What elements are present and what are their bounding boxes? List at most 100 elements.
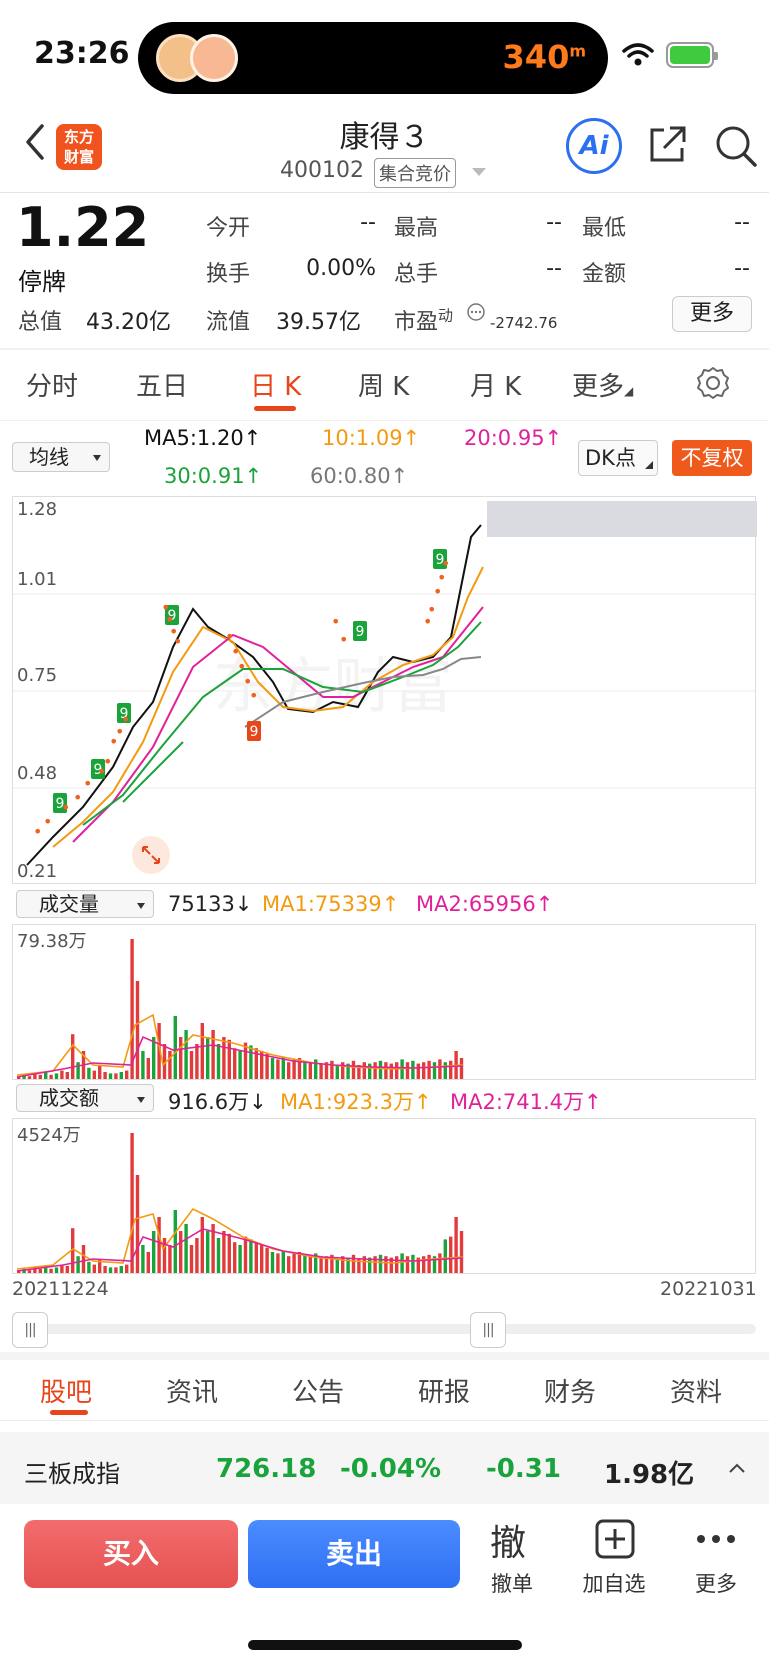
bar — [168, 1245, 172, 1273]
bar — [157, 1217, 161, 1273]
tab-profile[interactable]: 资料 — [670, 1372, 722, 1409]
bar — [432, 1062, 437, 1079]
more-quote-button[interactable]: 更多 — [672, 296, 752, 332]
tab-more[interactable]: 更多◢ — [572, 366, 633, 403]
volume-chart[interactable]: 79.38万 — [12, 924, 756, 1080]
bar — [179, 1037, 183, 1079]
date-start: 20211224 — [12, 1278, 109, 1300]
bar — [173, 1016, 177, 1079]
bar — [206, 1037, 210, 1079]
more-actions-label[interactable]: 更多 — [676, 1568, 756, 1598]
amount-max-label: 4524万 — [17, 1125, 81, 1146]
bar — [222, 1231, 226, 1273]
tab-intraday[interactable]: 分时 — [26, 366, 78, 403]
sequence-mark: • — [121, 710, 130, 729]
index-amount: 1.98亿 — [604, 1460, 695, 1490]
no-adjust-button[interactable]: 不复权 — [672, 440, 752, 476]
bar — [206, 1231, 210, 1273]
tab-weekly-k[interactable]: 周 K — [358, 366, 409, 403]
bar — [449, 1236, 453, 1273]
range-scroller[interactable] — [12, 1324, 756, 1334]
bar — [173, 1210, 177, 1273]
volume-indicator-select[interactable]: 成交量 — [16, 890, 154, 918]
y-tick: 1.01 — [17, 569, 58, 590]
open-value: -- — [360, 210, 376, 235]
auction-tag[interactable]: 集合竞价 — [374, 158, 456, 188]
bar — [314, 1059, 318, 1079]
date-end: 20221031 — [660, 1278, 757, 1300]
bar — [98, 1065, 102, 1079]
bar — [141, 1051, 145, 1079]
tab-research[interactable]: 研报 — [418, 1372, 470, 1409]
more-icon[interactable] — [696, 1534, 736, 1544]
chevron-down-icon[interactable] — [472, 168, 486, 176]
volume-max-label: 79.38万 — [17, 931, 87, 952]
bar — [38, 1268, 42, 1273]
bar — [152, 1037, 156, 1079]
ma10-value: 10:1.09↑ — [322, 426, 421, 450]
tab-guba[interactable]: 股吧 — [40, 1372, 92, 1409]
amount-chart[interactable]: 4524万 — [12, 1118, 756, 1274]
active-tab-indicator — [254, 406, 296, 411]
range-handle-right[interactable]: ||| — [470, 1312, 506, 1348]
bar — [87, 1067, 91, 1079]
sell-button[interactable]: 卖出 — [248, 1520, 460, 1588]
bar — [378, 1254, 383, 1273]
cancel-order-label[interactable]: 撤单 — [472, 1568, 552, 1598]
bar — [233, 1048, 237, 1079]
bar — [438, 1253, 442, 1273]
avatar — [190, 34, 238, 82]
add-watchlist-icon[interactable] — [594, 1518, 636, 1560]
bar — [44, 1072, 48, 1079]
index-name: 三板成指 — [24, 1460, 120, 1488]
trading-status: 停牌 — [18, 268, 66, 296]
gear-icon[interactable] — [696, 366, 730, 400]
bar — [265, 1247, 269, 1273]
index-change: -0.31 — [486, 1454, 561, 1484]
ma30-line-start — [122, 741, 184, 803]
svg-text:9: 9 — [250, 724, 259, 740]
bar — [146, 1058, 150, 1079]
sequence-mark: • — [73, 788, 82, 807]
divider — [0, 420, 769, 421]
range-handle-left[interactable]: ||| — [12, 1312, 48, 1348]
bar — [130, 1133, 134, 1273]
cancel-order-icon[interactable]: 撤 — [490, 1514, 526, 1566]
amount-indicator-select[interactable]: 成交额 — [16, 1084, 154, 1112]
bar — [211, 1030, 215, 1079]
bar — [49, 1074, 53, 1079]
bar — [395, 1062, 399, 1079]
bar — [395, 1256, 399, 1273]
tab-announcements[interactable]: 公告 — [292, 1372, 344, 1409]
tab-finance[interactable]: 财务 — [544, 1372, 596, 1409]
bar — [303, 1060, 307, 1079]
bar — [49, 1268, 53, 1273]
bar — [287, 1062, 291, 1079]
bar — [362, 1062, 366, 1079]
expand-icon[interactable] — [131, 835, 171, 875]
share-icon[interactable] — [646, 124, 688, 166]
bar — [303, 1254, 307, 1273]
tab-five-day[interactable]: 五日 — [136, 366, 188, 403]
search-icon[interactable] — [714, 124, 758, 168]
info-icon[interactable] — [466, 302, 486, 322]
speed-indicator: 340m — [502, 38, 586, 76]
bar — [438, 1059, 442, 1079]
tab-news[interactable]: 资讯 — [166, 1372, 218, 1409]
ai-button[interactable]: Ai — [566, 118, 622, 174]
kline-chart[interactable]: 东方财富 9 9 9 9 9 9 9 • • • • • • • • • • • • • • • • • • • • • • • • • • 1… — [12, 496, 757, 884]
chevron-up-icon[interactable] — [728, 1462, 746, 1474]
sequence-mark: • — [339, 630, 348, 649]
tab-monthly-k[interactable]: 月 K — [470, 366, 521, 403]
dk-point-button[interactable]: DK点 — [578, 440, 658, 476]
bar — [76, 1256, 80, 1273]
add-watchlist-label[interactable]: 加自选 — [574, 1568, 654, 1598]
bar — [216, 1238, 221, 1273]
tab-daily-k[interactable]: 日 K — [250, 366, 301, 403]
buy-button[interactable]: 买入 — [24, 1520, 238, 1588]
bar — [179, 1231, 183, 1273]
bar — [427, 1254, 431, 1273]
stock-code: 400102 — [280, 158, 364, 183]
indicator-select[interactable]: 均线 — [12, 442, 110, 472]
divider — [0, 192, 769, 193]
